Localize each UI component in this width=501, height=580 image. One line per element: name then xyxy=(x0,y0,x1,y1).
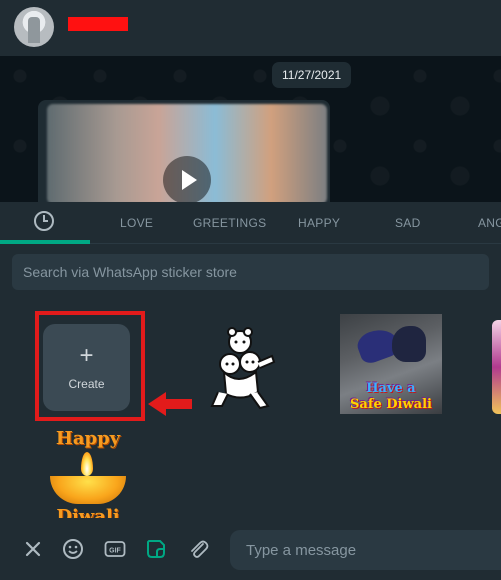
annotation-arrow-icon xyxy=(148,392,192,416)
recent-clock-icon[interactable] xyxy=(34,211,54,231)
sticker-safe-diwali[interactable]: Have a Safe Diwali xyxy=(340,314,442,414)
annotation-highlight-box xyxy=(35,311,145,421)
sticker-search-input[interactable] xyxy=(12,254,489,290)
flame-icon xyxy=(81,452,93,476)
sticker-icon[interactable] xyxy=(145,538,167,560)
tab-happy[interactable]: HAPPY xyxy=(298,216,340,230)
diya-icon xyxy=(50,476,126,504)
sticker-caption: Safe Diwali xyxy=(350,397,432,412)
message-input[interactable] xyxy=(230,530,501,570)
message-box[interactable] xyxy=(230,530,501,570)
svg-text:GIF: GIF xyxy=(109,548,121,555)
contact-avatar[interactable] xyxy=(14,7,54,47)
sticker-bears[interactable] xyxy=(208,322,278,410)
gif-icon[interactable]: GIF xyxy=(104,538,126,560)
whatsapp-window: Naveen 11/27/2021 LOVE GREETINGS HAPPY S… xyxy=(0,0,501,580)
sticker-happy-diwali[interactable]: Happy Diwali xyxy=(48,428,128,518)
sticker-partial[interactable] xyxy=(492,320,501,414)
sticker-tabs: LOVE GREETINGS HAPPY SAD ANG xyxy=(0,202,501,244)
date-badge: 11/27/2021 xyxy=(272,62,352,88)
attach-icon[interactable] xyxy=(187,538,209,560)
sticker-caption: Happy xyxy=(55,428,121,449)
message-composer: GIF xyxy=(0,518,501,580)
sticker-caption: Have a xyxy=(366,381,416,396)
emoji-icon[interactable] xyxy=(62,538,84,560)
tab-sad[interactable]: SAD xyxy=(395,216,421,230)
chat-area: 11/27/2021 xyxy=(0,56,501,210)
tab-greetings[interactable]: GREETINGS xyxy=(193,216,266,230)
chat-header: Naveen xyxy=(0,0,501,56)
tab-love[interactable]: LOVE xyxy=(120,216,153,230)
sticker-caption: Diwali xyxy=(56,506,120,518)
active-tab-indicator xyxy=(0,240,90,244)
sticker-search[interactable] xyxy=(12,254,489,290)
sticker-panel: LOVE GREETINGS HAPPY SAD ANG + Create xyxy=(0,202,501,518)
close-icon[interactable] xyxy=(22,538,44,560)
tab-angry[interactable]: ANG xyxy=(478,216,501,230)
play-icon[interactable] xyxy=(163,156,211,204)
redaction-mark xyxy=(68,17,128,31)
sticker-figure xyxy=(392,326,426,362)
